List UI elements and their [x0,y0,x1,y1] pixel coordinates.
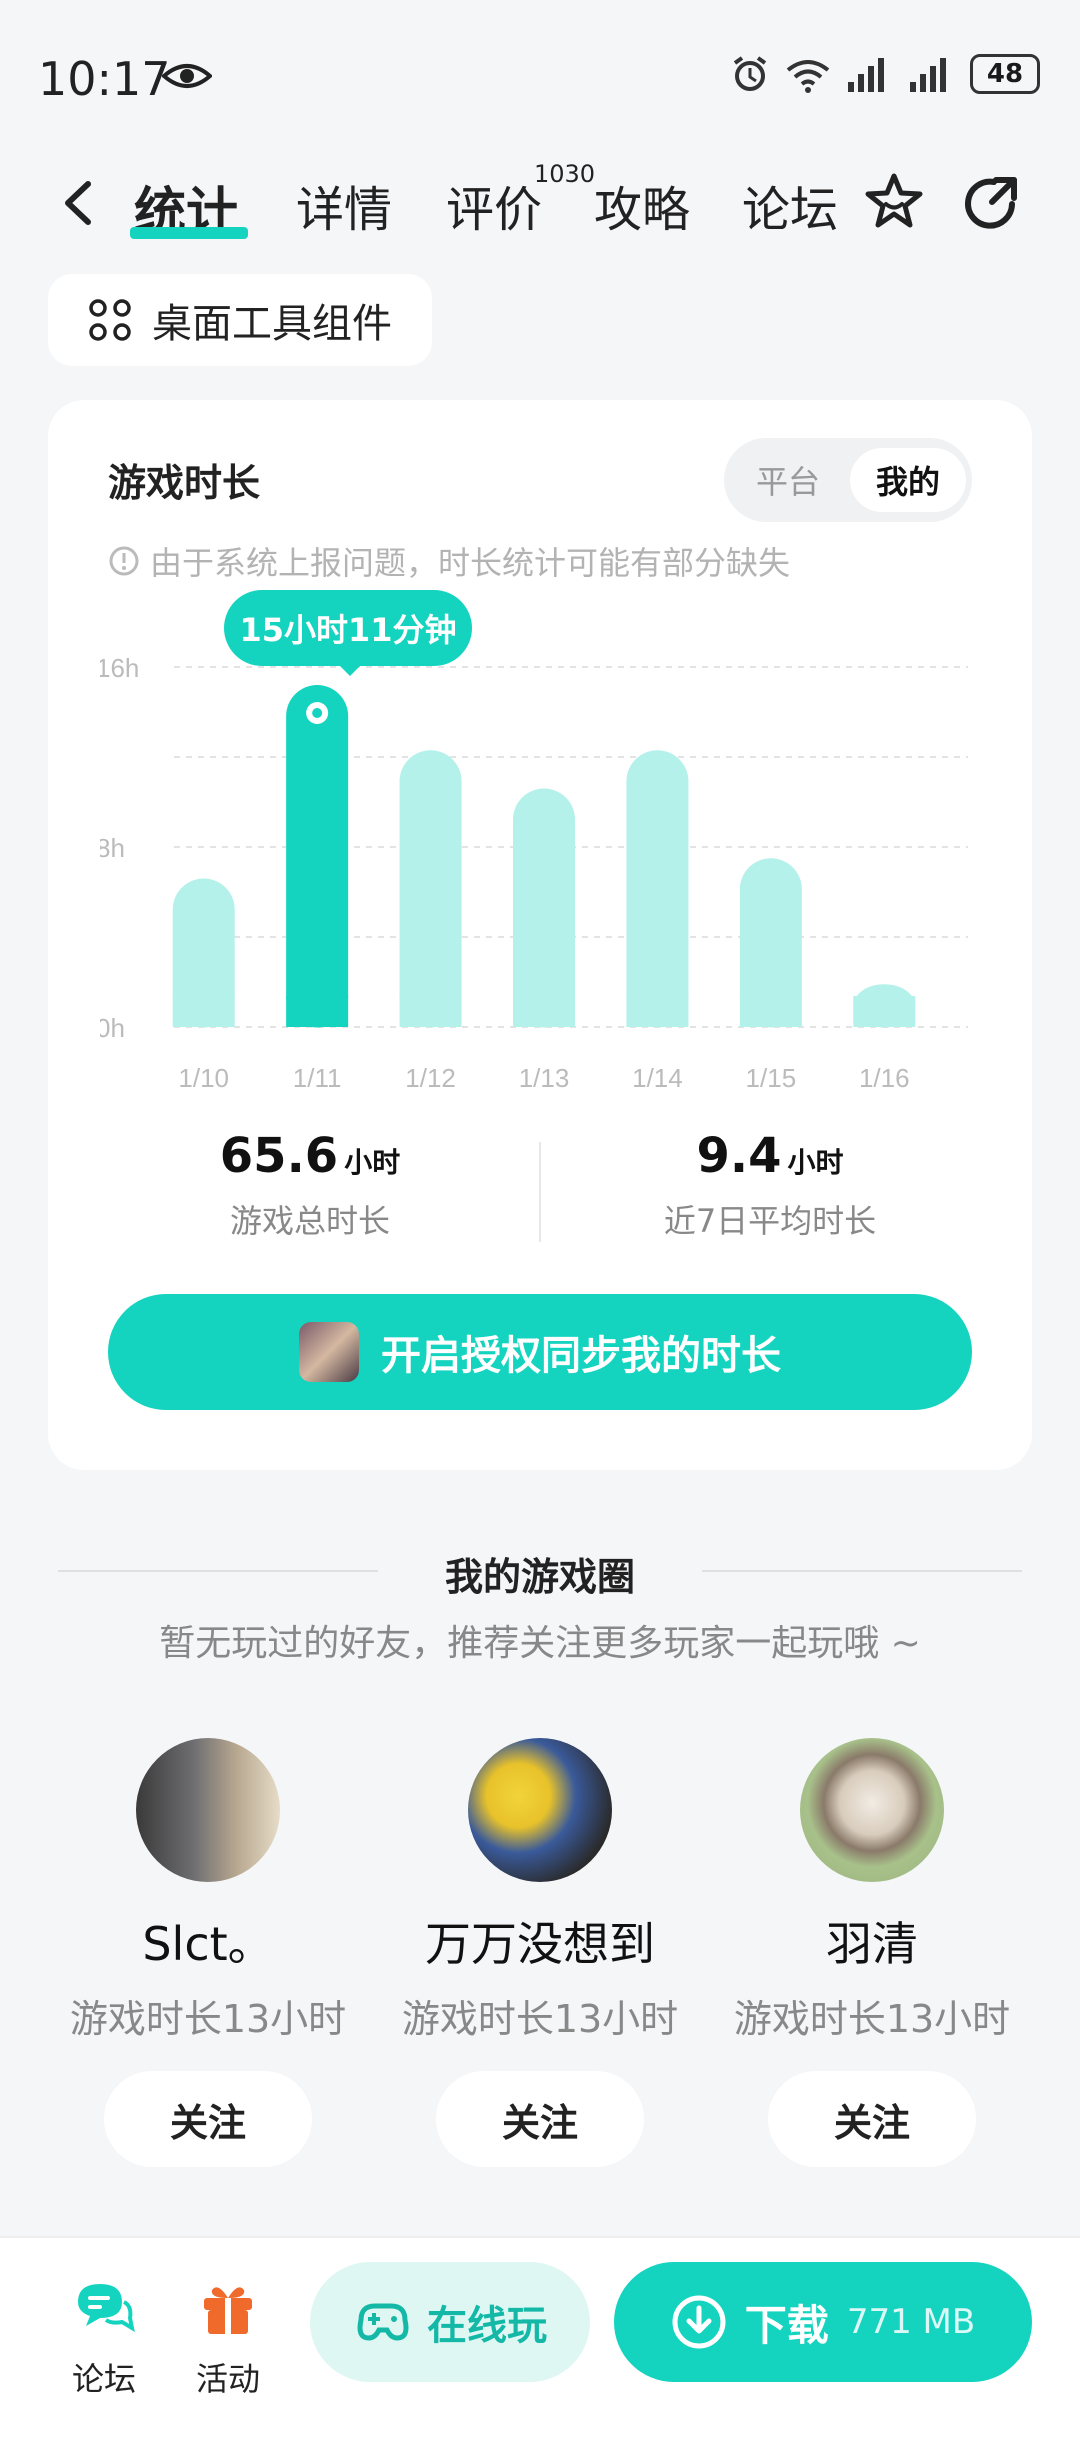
y-tick-label: 16h [100,653,139,683]
friend-name[interactable]: 万万没想到 [370,1908,710,1974]
gamepad-icon [357,2303,409,2341]
chart-bar[interactable] [626,750,689,1028]
chat-bubble-icon [78,2284,135,2333]
x-tick-label: 1/16 [859,1063,910,1090]
play-online-label: 在线玩 [427,2303,547,2349]
follow-button[interactable]: 关注 [768,2071,976,2167]
x-tick-label: 1/10 [178,1063,229,1090]
avatar[interactable] [136,1738,280,1882]
eye-icon [162,64,212,88]
toggle-platform[interactable]: 平台 [730,448,846,512]
activity-nav[interactable]: 活动 [178,2276,278,2400]
play-online-button[interactable]: 在线玩 [310,2262,590,2382]
friend-card: 羽清 游戏时长13小时 关注 [702,1738,1042,2167]
follow-button[interactable]: 关注 [436,2071,644,2167]
chart-bar-base [399,996,462,1027]
info-icon [109,546,139,576]
chart-bar[interactable] [513,788,575,1028]
download-button[interactable]: 下载 771 MB [614,2262,1032,2382]
status-icons: 48 [730,54,1040,94]
total-playtime-unit: 小时 [344,1146,401,1179]
back-arrow-icon[interactable] [58,178,98,228]
x-tick-label: 1/14 [632,1063,683,1090]
chart-bar[interactable] [286,685,349,1028]
total-playtime-label: 游戏总时长 [229,1202,390,1240]
tab-reviews[interactable]: 评价 [446,170,542,240]
friend-playtime: 游戏时长13小时 [401,1997,679,2041]
chart-bar-base [286,996,349,1027]
chart-bar-base [739,996,802,1027]
stat-divider [539,1142,541,1242]
bar-tooltip: 15小时11分钟 [224,590,472,666]
notice-text: 由于系统上报问题，时长统计可能有部分缺失 [150,544,791,582]
review-count-badge: 1030 [534,160,596,188]
friend-playtime: 游戏时长13小时 [69,1997,347,2041]
favorite-star-icon[interactable] [862,170,926,234]
follow-button[interactable]: 关注 [104,2071,312,2167]
sync-button-label: 开启授权同步我的时长 [381,1333,781,1379]
activity-nav-label: 活动 [195,2360,260,2398]
chart-bar[interactable] [399,750,462,1028]
game-circle-subtitle: 暂无玩过的好友，推荐关注更多玩家一起玩哦 ~ [159,1623,921,1664]
forum-nav-label: 论坛 [71,2360,136,2398]
tooltip-tail [336,662,364,676]
chart-bar-base [626,996,689,1027]
x-tick-label: 1/13 [519,1063,570,1090]
desktop-widget-button[interactable]: 桌面工具组件 [48,274,432,366]
avatar[interactable] [468,1738,612,1882]
download-icon [672,2295,726,2349]
source-toggle: 平台 我的 [724,438,972,522]
chart-bar-base [172,996,235,1027]
status-time: 10:17 [38,52,171,106]
game-thumbnail [299,1322,359,1382]
tab-details[interactable]: 详情 [296,170,392,240]
chart-bar-base [513,996,575,1027]
average-playtime-value: 9.4 [696,1128,782,1184]
friend-card: Slct。 游戏时长13小时 关注 [38,1738,378,2167]
download-label: 下载 [744,2300,829,2350]
friend-name[interactable]: Slct。 [38,1908,378,1974]
gift-icon [204,2287,252,2334]
game-circle-title: 我的游戏圈 [444,1555,635,1599]
tab-forum[interactable]: 论坛 [742,170,838,240]
playtime-title: 游戏时长 [108,461,261,505]
toggle-mine[interactable]: 我的 [850,448,966,512]
x-tick-label: 1/11 [293,1063,342,1090]
active-tab-indicator [130,227,248,239]
friend-card: 万万没想到 游戏时长13小时 关注 [370,1738,710,2167]
sync-playtime-button[interactable]: 开启授权同步我的时长 [108,1294,972,1410]
widget-button-label: 桌面工具组件 [152,301,392,347]
friend-name[interactable]: 羽清 [702,1908,1042,1974]
forum-nav[interactable]: 论坛 [54,2276,154,2400]
average-playtime-stat: 9.4 小时 近7日平均时长 [610,1128,930,1242]
tab-guides[interactable]: 攻略 [594,170,690,240]
friend-playtime: 游戏时长13小时 [733,1997,1011,2041]
signal-icon [910,58,946,92]
download-size: 771 MB [846,2302,976,2342]
data-notice: 由于系统上报问题，时长统计可能有部分缺失 [108,538,790,584]
battery-indicator: 48 [970,54,1040,94]
highlight-marker-dot [312,708,323,718]
chart-bar-base [853,996,916,1027]
total-playtime-stat: 65.6 小时 游戏总时长 [150,1128,470,1242]
signal-icon [848,58,884,92]
y-tick-label: 8h [100,833,125,863]
average-playtime-unit: 小时 [787,1146,844,1179]
avatar[interactable] [800,1738,944,1882]
playtime-chart: 0h 8h 16h 1/10 1/11 1/12 1/13 1/14 1/15 1/16 [100,653,968,1090]
share-icon[interactable] [960,170,1024,234]
widgets-icon [89,299,131,341]
average-playtime-label: 近7日平均时长 [663,1202,877,1240]
x-tick-label: 1/15 [746,1063,797,1090]
wifi-icon [786,60,830,93]
alarm-icon [733,56,767,91]
x-tick-label: 1/12 [405,1063,456,1090]
y-tick-label: 0h [100,1013,125,1043]
bottom-action-bar: 论坛 活动 在线玩 下载 771 MB [0,2236,1080,2451]
total-playtime-value: 65.6 [219,1128,339,1184]
